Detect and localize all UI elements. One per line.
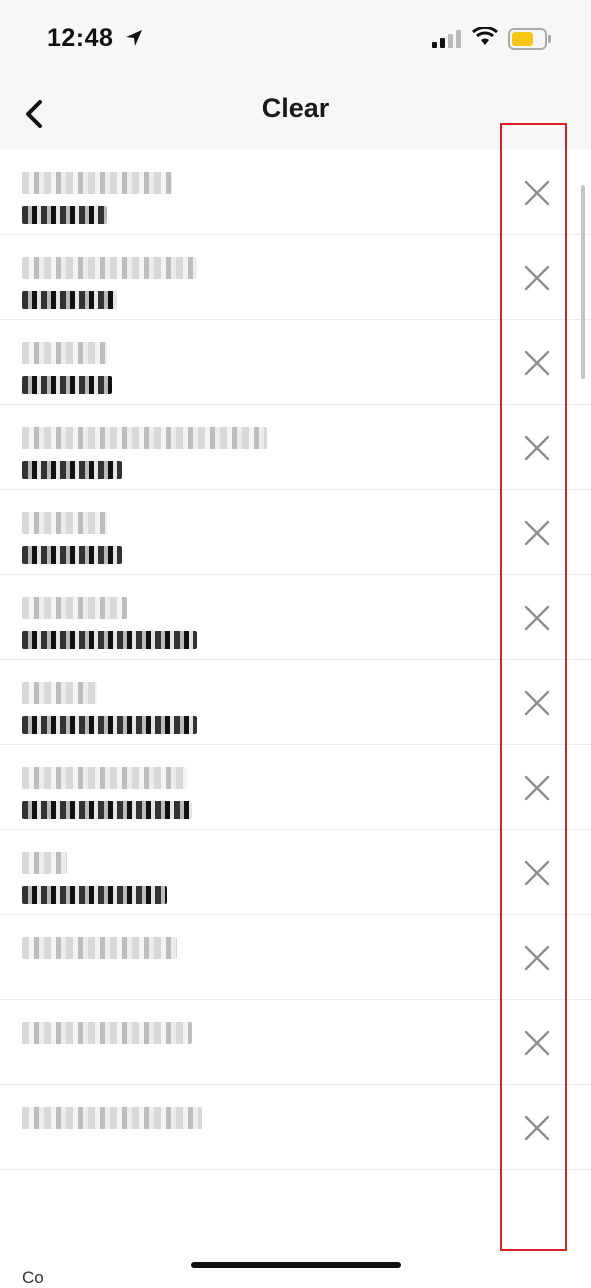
close-icon xyxy=(524,435,550,460)
redacted-name xyxy=(22,257,197,279)
close-icon xyxy=(524,180,550,205)
history-row[interactable] xyxy=(0,745,591,830)
history-row[interactable] xyxy=(0,660,591,745)
close-icon xyxy=(524,350,550,375)
battery-icon xyxy=(508,28,551,50)
status-bar: 12:48 xyxy=(0,0,591,76)
clear-item-button[interactable] xyxy=(522,1000,552,1085)
redacted-username xyxy=(22,716,197,734)
history-row[interactable] xyxy=(0,320,591,405)
history-row[interactable] xyxy=(0,405,591,490)
wifi-icon xyxy=(472,27,498,45)
close-icon xyxy=(524,945,550,970)
close-icon xyxy=(524,860,550,885)
redacted-name xyxy=(22,427,267,449)
history-row-name xyxy=(22,342,107,364)
cellular-signal-icon xyxy=(432,30,461,48)
redacted-username xyxy=(22,206,107,224)
close-icon xyxy=(524,775,550,800)
history-row[interactable] xyxy=(0,490,591,575)
clear-item-button[interactable] xyxy=(522,830,552,915)
redacted-username xyxy=(22,801,192,819)
redacted-username xyxy=(22,546,122,564)
history-row[interactable] xyxy=(0,150,591,235)
history-row-name xyxy=(22,682,97,704)
history-row-username xyxy=(22,546,122,564)
redacted-username xyxy=(22,886,167,904)
redacted-name xyxy=(22,512,107,534)
history-row[interactable] xyxy=(0,830,591,915)
home-indicator[interactable] xyxy=(191,1262,401,1268)
scrollbar[interactable] xyxy=(581,185,585,379)
clear-item-button[interactable] xyxy=(522,490,552,575)
close-icon xyxy=(524,690,550,715)
history-row-name xyxy=(22,1022,192,1044)
history-row-name xyxy=(22,512,107,534)
close-icon xyxy=(524,1115,550,1140)
history-row-username xyxy=(22,886,167,904)
history-row-name xyxy=(22,257,197,279)
redacted-name xyxy=(22,767,187,789)
page-title: Clear xyxy=(261,93,330,123)
clear-item-button[interactable] xyxy=(522,660,552,745)
clear-item-button[interactable] xyxy=(522,235,552,320)
history-row-name xyxy=(22,597,127,619)
redacted-username xyxy=(22,376,112,394)
history-row-name xyxy=(22,1107,202,1129)
row-divider xyxy=(0,1169,591,1170)
search-history-list xyxy=(0,150,591,1170)
history-row[interactable] xyxy=(0,915,591,1000)
redacted-username xyxy=(22,291,117,309)
redacted-name xyxy=(22,852,67,874)
history-row-username xyxy=(22,716,197,734)
redacted-username xyxy=(22,631,197,649)
history-row-username xyxy=(22,206,107,224)
clear-item-button[interactable] xyxy=(522,1085,552,1170)
clear-item-button[interactable] xyxy=(522,405,552,490)
partial-row-text: Co xyxy=(22,1268,44,1287)
close-icon xyxy=(524,605,550,630)
redacted-name xyxy=(22,597,127,619)
history-row[interactable] xyxy=(0,1085,591,1170)
history-row[interactable] xyxy=(0,575,591,660)
history-row-username xyxy=(22,376,112,394)
history-row-username xyxy=(22,291,117,309)
redacted-username xyxy=(22,461,122,479)
redacted-name xyxy=(22,342,107,364)
history-row-name xyxy=(22,937,177,959)
history-row-username xyxy=(22,461,122,479)
clear-item-button[interactable] xyxy=(522,745,552,830)
history-row[interactable] xyxy=(0,1000,591,1085)
history-row-username xyxy=(22,801,192,819)
clear-item-button[interactable] xyxy=(522,915,552,1000)
history-row-name xyxy=(22,767,187,789)
clear-item-button[interactable] xyxy=(522,575,552,660)
location-arrow-icon xyxy=(126,30,142,46)
close-icon xyxy=(524,265,550,290)
navigation-bar: Clear xyxy=(0,76,591,150)
history-row-username xyxy=(22,631,197,649)
close-icon xyxy=(524,520,550,545)
history-row-name xyxy=(22,172,172,194)
history-row-name xyxy=(22,852,67,874)
redacted-name xyxy=(22,1022,192,1044)
redacted-name xyxy=(22,682,97,704)
status-time: 12:48 xyxy=(47,24,114,52)
redacted-name xyxy=(22,937,177,959)
clear-item-button[interactable] xyxy=(522,150,552,235)
close-icon xyxy=(524,1030,550,1055)
redacted-name xyxy=(22,172,172,194)
history-row[interactable] xyxy=(0,235,591,320)
redacted-name xyxy=(22,1107,202,1129)
clear-item-button[interactable] xyxy=(522,320,552,405)
history-row-name xyxy=(22,427,267,449)
